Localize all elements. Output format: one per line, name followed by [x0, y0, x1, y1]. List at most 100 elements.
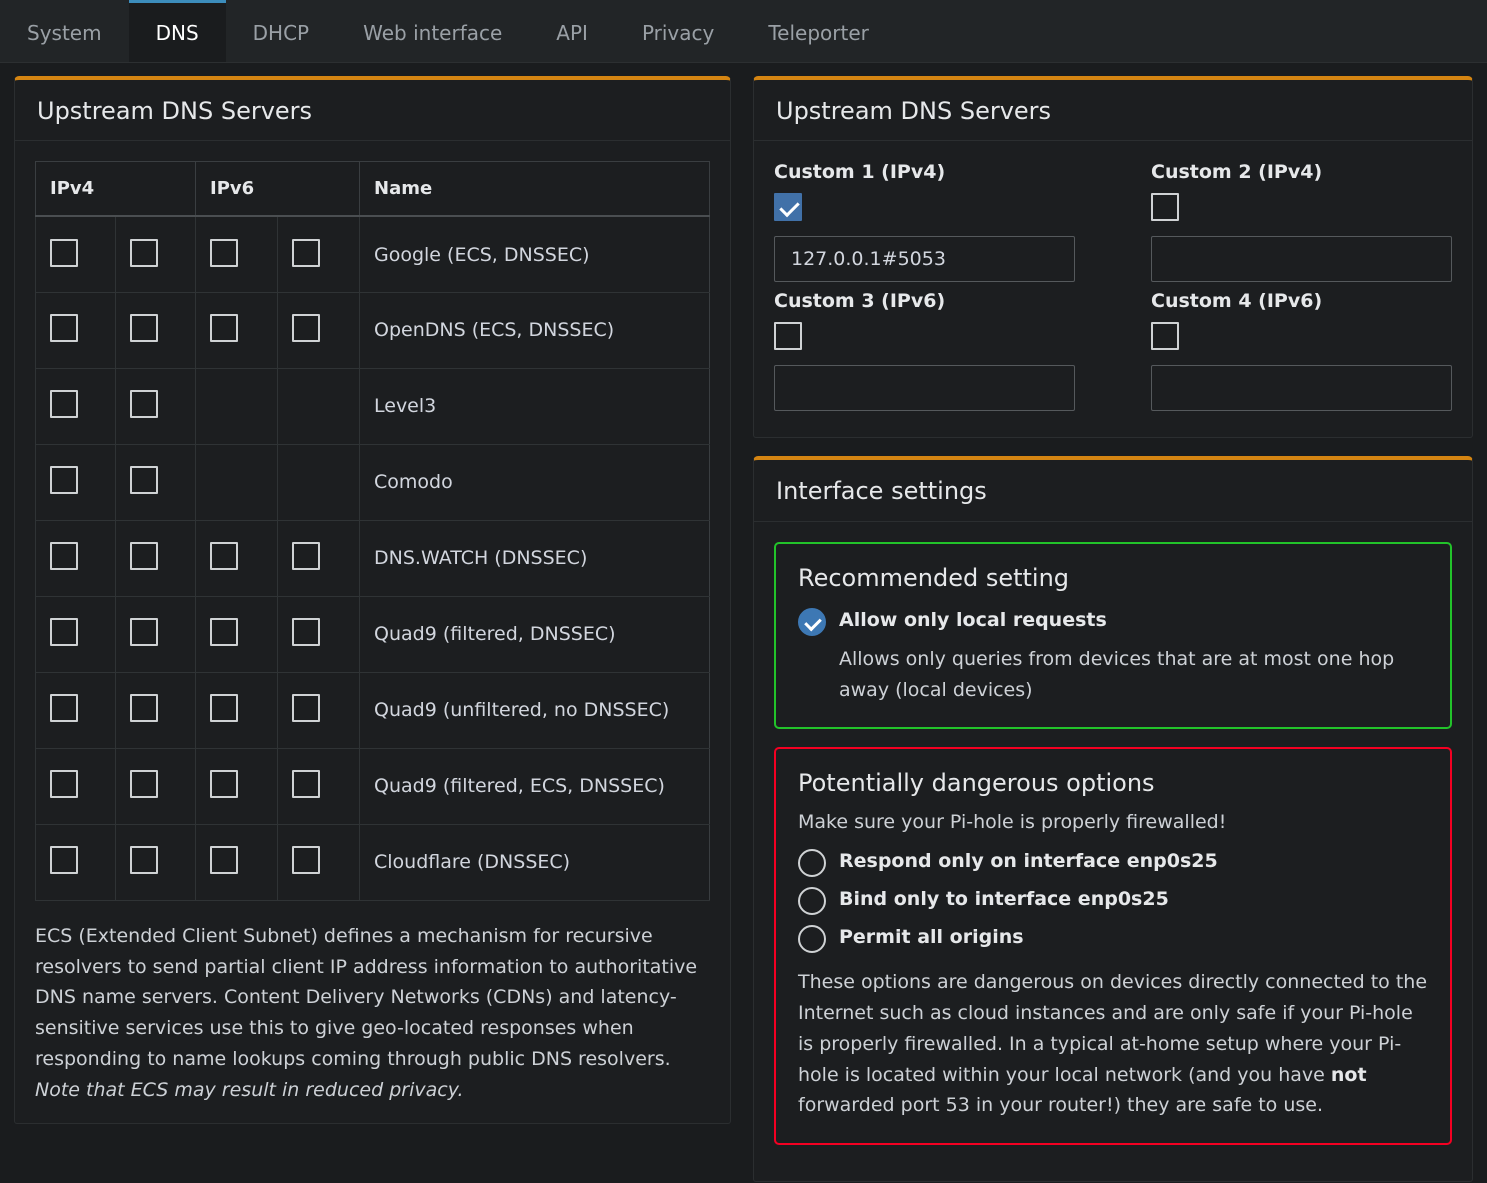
panel-body: Custom 1 (IPv4) Custom 2 (IPv4) Custom 3 (…	[754, 141, 1472, 437]
left-column: Upstream DNS Servers IPv4 IPv6 Name Google…	[0, 63, 745, 1183]
checkbox-ipv6-2[interactable]	[292, 238, 320, 267]
table-header-name: Name	[359, 161, 710, 218]
dangerous-note-emphasis: not	[1330, 1063, 1367, 1086]
checkbox-ipv6-1[interactable]	[210, 542, 238, 571]
cell-ipv6-1	[195, 215, 278, 293]
cell-ipv4-2	[115, 519, 196, 597]
ecs-note-text: ECS (Extended Client Subnet) defines a m…	[35, 924, 698, 1070]
panel-title: Interface settings	[776, 477, 987, 506]
settings-tab-bar: System DNS DHCP Web interface API Privacy Tele…	[0, 0, 1487, 63]
tab-api[interactable]: API	[529, 0, 615, 62]
ecs-note-privacy-remark: Note that ECS may result in reduced priv…	[35, 1078, 464, 1101]
checkbox-ipv4-2[interactable]	[130, 770, 158, 799]
tab-dhcp[interactable]: DHCP	[226, 0, 336, 62]
tab-teleporter[interactable]: Teleporter	[741, 0, 896, 62]
checkbox-ipv4-1[interactable]	[50, 314, 78, 343]
custom-field-checkbox-wrap	[774, 322, 1075, 354]
checkbox-ipv6-1[interactable]	[210, 618, 238, 647]
interface-settings-panel: Interface settings Recommended setting A…	[753, 456, 1473, 1183]
custom-upstream-input-4[interactable]	[1151, 365, 1452, 412]
custom-upstream-field-3: Custom 3 (IPv6)	[774, 290, 1075, 412]
cell-ipv6-1	[195, 823, 278, 901]
checkbox-ipv4-1[interactable]	[50, 542, 78, 571]
checkbox-ipv6-1[interactable]	[210, 314, 238, 343]
radio-unselected-icon[interactable]	[798, 887, 826, 916]
cell-ipv4-2	[115, 747, 196, 825]
cell-ipv4-1	[35, 291, 116, 369]
custom-field-enable-checkbox-1[interactable]	[774, 193, 802, 222]
custom-field-checkbox-wrap	[774, 193, 1075, 225]
checkbox-ipv6-2[interactable]	[292, 694, 320, 723]
custom-field-enable-checkbox-3[interactable]	[774, 322, 802, 351]
checkbox-ipv4-2[interactable]	[130, 390, 158, 419]
tab-privacy[interactable]: Privacy	[615, 0, 741, 62]
table-header-ipv4: IPv4	[35, 161, 196, 218]
radio-unselected-icon[interactable]	[798, 849, 826, 878]
checkbox-ipv4-1[interactable]	[50, 466, 78, 495]
checkbox-ipv6-1[interactable]	[210, 770, 238, 799]
cell-ipv6-2	[277, 367, 360, 445]
cell-ipv6-1	[195, 519, 278, 597]
checkbox-ipv4-1[interactable]	[50, 846, 78, 875]
custom-field-enable-checkbox-2[interactable]	[1151, 193, 1179, 222]
tab-web-interface[interactable]: Web interface	[336, 0, 529, 62]
radio-description: Allows only queries from devices that ar…	[839, 647, 1395, 701]
checkbox-ipv6-1[interactable]	[210, 694, 238, 723]
checkbox-ipv6-2[interactable]	[292, 846, 320, 875]
checkbox-ipv4-2[interactable]	[130, 314, 158, 343]
checkbox-ipv4-1[interactable]	[50, 770, 78, 799]
checkbox-ipv4-2[interactable]	[130, 694, 158, 723]
checkbox-ipv4-2[interactable]	[130, 846, 158, 875]
cell-ipv4-1	[35, 519, 116, 597]
checkbox-ipv4-1[interactable]	[50, 238, 78, 267]
dns-server-name: Quad9 (filtered, DNSSEC)	[359, 595, 710, 673]
checkbox-ipv6-2[interactable]	[292, 770, 320, 799]
radio-bind-only-to-interface-enp0s25[interactable]: Bind only to interface enp0s25	[798, 885, 1428, 916]
upstream-dns-servers-table-panel: Upstream DNS Servers IPv4 IPv6 Name Google…	[14, 76, 731, 1125]
cell-ipv4-1	[35, 443, 116, 521]
panel-body: Recommended setting Allow only local req…	[754, 522, 1472, 1181]
radio-label: Respond only on interface enp0s25	[839, 850, 1218, 873]
checkbox-ipv6-2[interactable]	[292, 542, 320, 571]
dns-server-name: Quad9 (unfiltered, no DNSSEC)	[359, 671, 710, 749]
custom-field-enable-checkbox-4[interactable]	[1151, 322, 1179, 351]
cell-ipv4-1	[35, 595, 116, 673]
radio-unselected-icon[interactable]	[798, 925, 826, 954]
dns-servers-table: IPv4 IPv6 Name Google (ECS, DNSSEC) OpenDNS…	[35, 161, 710, 901]
custom-upstream-grid: Custom 1 (IPv4) Custom 2 (IPv4) Custom 3 (…	[774, 161, 1452, 419]
custom-upstream-input-1[interactable]	[774, 236, 1075, 283]
dangerous-options-title: Potentially dangerous options	[798, 769, 1155, 798]
checkbox-ipv4-1[interactable]	[50, 618, 78, 647]
dangerous-note-part2: forwarded port 53 in your router!) they …	[798, 1094, 1324, 1117]
tab-dns[interactable]: DNS	[128, 0, 226, 62]
ecs-explanation-note: ECS (Extended Client Subnet) defines a m…	[35, 921, 710, 1106]
checkbox-ipv6-2[interactable]	[292, 618, 320, 647]
custom-upstream-input-3[interactable]	[774, 365, 1075, 412]
cell-ipv6-1	[195, 367, 278, 445]
checkbox-ipv6-1[interactable]	[210, 846, 238, 875]
checkbox-ipv6-2[interactable]	[292, 314, 320, 343]
right-column: Upstream DNS Servers Custom 1 (IPv4)Cust…	[745, 63, 1487, 1183]
table-row: Quad9 (filtered, ECS, DNSSEC)	[35, 747, 710, 825]
radio-allow-only-local-requests[interactable]: Allow only local requests	[798, 606, 1428, 636]
dns-server-name: Cloudflare (DNSSEC)	[359, 823, 710, 901]
checkbox-ipv4-2[interactable]	[130, 542, 158, 571]
checkbox-ipv4-2[interactable]	[130, 238, 158, 267]
radio-permit-all-origins[interactable]: Permit all origins	[798, 923, 1428, 954]
custom-upstream-input-2[interactable]	[1151, 236, 1452, 283]
checkbox-ipv4-2[interactable]	[130, 618, 158, 647]
radio-respond-only-on-interface-enp0s25[interactable]: Respond only on interface enp0s25	[798, 847, 1428, 878]
checkbox-ipv4-1[interactable]	[50, 390, 78, 419]
cell-ipv4-1	[35, 747, 116, 825]
cell-ipv6-1	[195, 747, 278, 825]
tab-system[interactable]: System	[0, 0, 129, 62]
cell-ipv6-2	[277, 671, 360, 749]
checkbox-ipv4-2[interactable]	[130, 466, 158, 495]
cell-ipv4-2	[115, 595, 196, 673]
cell-ipv6-1	[195, 671, 278, 749]
radio-label: Allow only local requests	[839, 608, 1107, 631]
radio-selected-icon[interactable]	[798, 607, 826, 636]
cell-ipv6-2	[277, 747, 360, 825]
checkbox-ipv6-1[interactable]	[210, 238, 238, 267]
checkbox-ipv4-1[interactable]	[50, 694, 78, 723]
